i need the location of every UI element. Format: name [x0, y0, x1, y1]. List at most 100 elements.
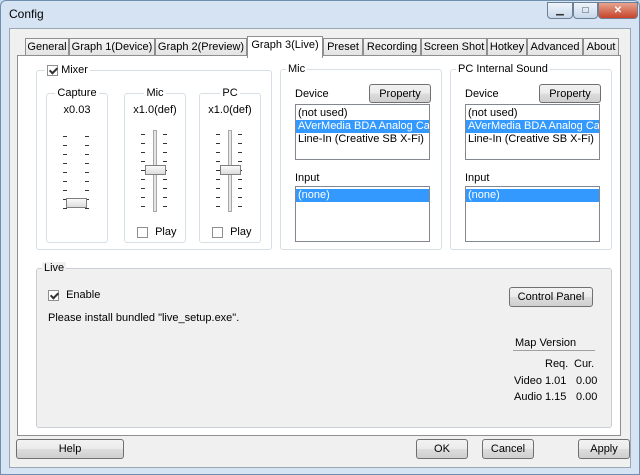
- mic-device-list[interactable]: (not used) AVerMedia BDA Analog Cap Line…: [295, 104, 430, 160]
- list-item[interactable]: Line-In (Creative SB X-Fi): [466, 133, 599, 146]
- mic-group-title: Mic: [286, 63, 308, 75]
- live-group: Live Enable Control Panel Please install…: [36, 262, 612, 428]
- tab-preset[interactable]: Preset: [323, 38, 363, 56]
- apply-button[interactable]: Apply: [578, 439, 630, 459]
- slider-tick: [141, 161, 145, 162]
- list-item[interactable]: (none): [296, 189, 429, 202]
- slider-tick: [141, 206, 145, 207]
- audio-req-value: 1.15: [545, 391, 567, 403]
- tab-screen-shot[interactable]: Screen Shot: [421, 38, 487, 56]
- mixer-group: Mixer Capture x0.03 Mic x1.0(def) Play P…: [36, 64, 272, 250]
- slider-tick: [163, 179, 167, 180]
- cur-header: Cur.: [574, 358, 595, 370]
- slider-tick: [141, 179, 145, 180]
- pc-slider-thumb[interactable]: [220, 165, 241, 175]
- list-item[interactable]: Line-In (Creative SB X-Fi): [296, 133, 429, 146]
- mic-slider-thumb[interactable]: [145, 165, 166, 175]
- live-group-title: Live: [42, 262, 67, 274]
- list-item[interactable]: AVerMedia BDA Analog Cap: [466, 120, 599, 133]
- ok-button[interactable]: OK: [416, 439, 468, 459]
- tab-hotkey[interactable]: Hotkey: [487, 38, 527, 56]
- slider-tick: [238, 179, 242, 180]
- capture-slider-thumb[interactable]: [66, 198, 87, 208]
- slider-tick: [216, 161, 220, 162]
- live-enable-label: Enable: [66, 289, 101, 301]
- dialog-client: General Graph 1(Device) Graph 2(Preview)…: [9, 28, 631, 468]
- minimize-icon[interactable]: ▁: [547, 2, 573, 19]
- slider-tick: [141, 152, 145, 153]
- slider-tick: [141, 188, 145, 189]
- control-panel-button[interactable]: Control Panel: [509, 287, 593, 307]
- mic-device-label: Device: [295, 88, 329, 100]
- list-item[interactable]: AVerMedia BDA Analog Cap: [296, 120, 429, 133]
- list-item[interactable]: (none): [466, 189, 599, 202]
- tab-graph-1-device[interactable]: Graph 1(Device): [69, 38, 155, 56]
- pc-sound-device-label: Device: [465, 88, 499, 100]
- req-header: Req.: [545, 358, 569, 370]
- cancel-button[interactable]: Cancel: [482, 439, 534, 459]
- pc-sound-group-title: PC Internal Sound: [456, 63, 550, 75]
- tab-general[interactable]: General: [25, 38, 69, 56]
- slider-tick: [85, 145, 89, 146]
- tab-page-graph-3-live: Mixer Capture x0.03 Mic x1.0(def) Play P…: [17, 55, 621, 436]
- capture-value: x0.03: [63, 104, 91, 116]
- maximize-icon[interactable]: □: [573, 2, 598, 19]
- live-enable-checkbox[interactable]: [48, 289, 59, 301]
- pc-play-row: Play: [212, 226, 251, 238]
- mic-ticks-left: [141, 134, 145, 207]
- tab-advanced[interactable]: Advanced: [527, 38, 583, 56]
- slider-tick: [216, 197, 220, 198]
- slider-tick: [163, 143, 167, 144]
- pc-value: x1.0(def): [208, 104, 252, 116]
- slider-tick: [163, 161, 167, 162]
- close-icon[interactable]: ✕: [598, 2, 638, 19]
- slider-tick: [63, 163, 67, 164]
- slider-tick: [163, 152, 167, 153]
- slider-tick: [85, 154, 89, 155]
- slider-tick: [63, 145, 67, 146]
- slider-tick: [216, 134, 220, 135]
- title-bar[interactable]: Config ▁ □ ✕: [1, 1, 639, 28]
- slider-tick: [163, 197, 167, 198]
- map-version-label: Map Version: [515, 337, 577, 349]
- mic-play-checkbox[interactable]: [137, 226, 148, 238]
- list-item[interactable]: (not used): [296, 107, 429, 120]
- slider-tick: [238, 161, 242, 162]
- tab-about[interactable]: About: [583, 38, 619, 56]
- slider-tick: [141, 134, 145, 135]
- video-req-value: 1.01: [545, 375, 567, 387]
- tab-graph-2-preview[interactable]: Graph 2(Preview): [155, 38, 247, 56]
- mic-play-row: Play: [137, 226, 176, 238]
- pc-sound-input-list[interactable]: (none): [465, 186, 600, 242]
- pc-slider-group: PC x1.0(def) Play: [199, 87, 261, 243]
- slider-tick: [141, 197, 145, 198]
- slider-tick: [216, 152, 220, 153]
- slider-tick: [141, 143, 145, 144]
- help-button[interactable]: Help: [16, 439, 124, 459]
- slider-tick: [163, 206, 167, 207]
- mixer-checkbox[interactable]: [47, 64, 58, 76]
- pc-play-checkbox[interactable]: [212, 226, 223, 238]
- slider-tick: [216, 206, 220, 207]
- capture-ticks-right: [85, 136, 89, 209]
- capture-slider-group: Capture x0.03: [46, 87, 108, 243]
- slider-tick: [238, 152, 242, 153]
- pc-sound-device-list[interactable]: (not used) AVerMedia BDA Analog Cap Line…: [465, 104, 600, 160]
- mic-property-button[interactable]: Property: [369, 84, 431, 103]
- window-title: Config: [9, 7, 44, 21]
- mic-input-list[interactable]: (none): [295, 186, 430, 242]
- slider-tick: [216, 188, 220, 189]
- mixer-header: Mixer: [45, 64, 90, 76]
- mic-value: x1.0(def): [133, 104, 177, 116]
- video-cur-value: 0.00: [576, 375, 598, 387]
- tab-graph-3-live[interactable]: Graph 3(Live): [247, 36, 323, 58]
- pc-ticks-left: [216, 134, 220, 207]
- slider-tick: [238, 197, 242, 198]
- slider-tick: [216, 179, 220, 180]
- pc-sound-property-button[interactable]: Property: [539, 84, 601, 103]
- list-item[interactable]: (not used): [466, 107, 599, 120]
- pc-play-label: Play: [230, 226, 252, 238]
- tab-recording[interactable]: Recording: [363, 38, 421, 56]
- mixer-label: Mixer: [61, 64, 88, 76]
- install-message: Please install bundled "live_setup.exe".: [48, 312, 240, 324]
